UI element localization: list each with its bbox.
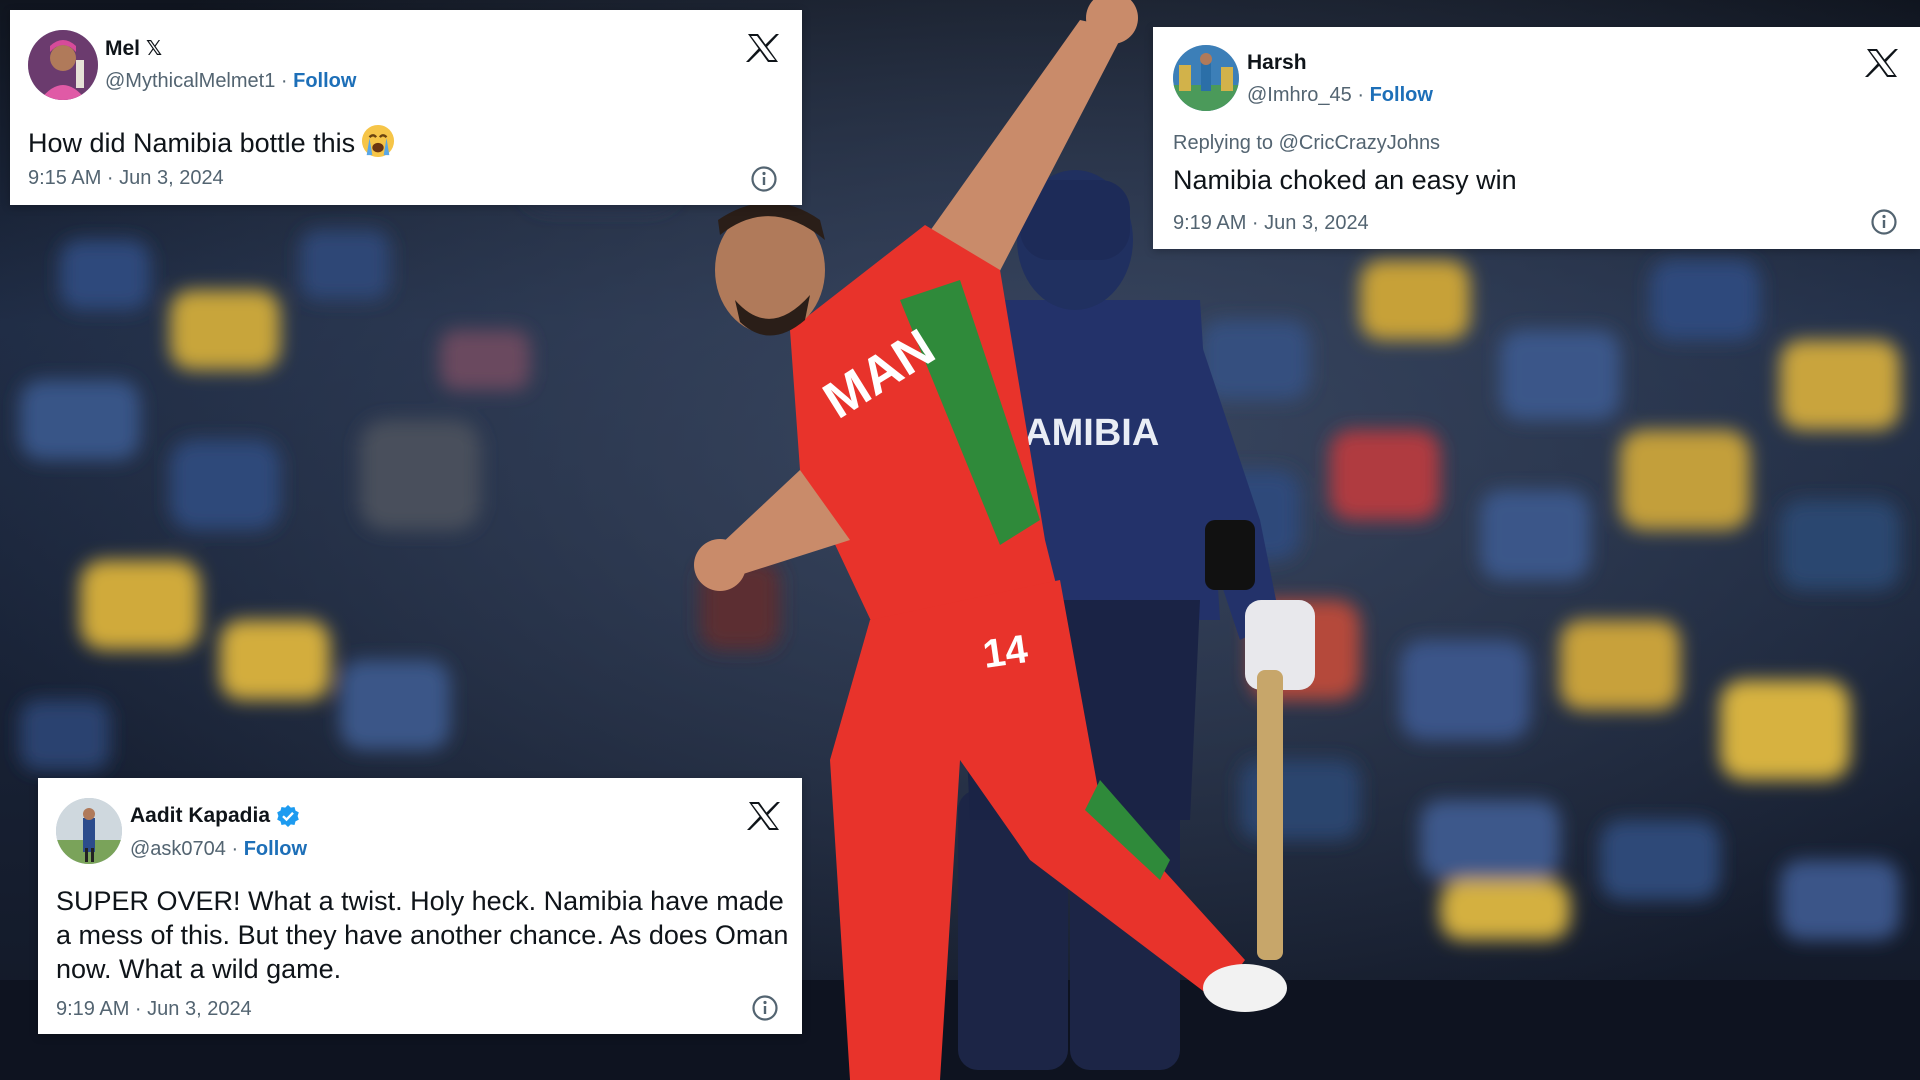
x-logo-icon[interactable]: [747, 800, 781, 832]
display-name[interactable]: Harsh: [1247, 51, 1307, 75]
verified-badge-icon: [277, 805, 299, 827]
avatar[interactable]: [1173, 45, 1239, 111]
replying-to[interactable]: Replying to @CricCrazyJohns: [1173, 132, 1440, 155]
tweet-card-aadit-kapadia[interactable]: Aadit Kapadia @ask0704 · Follow SUPER OV…: [38, 778, 802, 1034]
avatar[interactable]: [28, 30, 98, 100]
follow-button[interactable]: Follow: [244, 838, 307, 860]
tweet-text: SUPER OVER! What a twist. Holy heck. Nam…: [56, 886, 789, 984]
tweet-card-harsh[interactable]: Harsh @Imhro_45 · Follow Replying to @Cr…: [1153, 27, 1920, 249]
handle[interactable]: @Imhro_45: [1247, 84, 1352, 106]
timestamp[interactable]: 9:15 AM · Jun 3, 2024: [28, 167, 224, 190]
handle[interactable]: @ask0704: [130, 838, 226, 860]
display-name[interactable]: Aadit Kapadia: [130, 804, 270, 828]
info-icon[interactable]: [1870, 208, 1898, 236]
separator-dot: ·: [1357, 84, 1370, 106]
avatar[interactable]: [56, 798, 122, 864]
timestamp[interactable]: 9:19 AM · Jun 3, 2024: [1173, 212, 1369, 235]
follow-button[interactable]: Follow: [1370, 84, 1433, 106]
timestamp[interactable]: 9:19 AM · Jun 3, 2024: [56, 998, 252, 1021]
tweet-text-content: How did Namibia bottle this: [28, 128, 356, 158]
x-logo-icon[interactable]: [746, 32, 780, 64]
separator-dot: ·: [231, 838, 244, 860]
x-logo-icon[interactable]: [1865, 47, 1899, 79]
tweet-text: How did Namibia bottle this: [28, 124, 768, 160]
separator-dot: ·: [280, 70, 294, 92]
info-icon[interactable]: [751, 994, 779, 1022]
handle[interactable]: @MythicalMelmet1: [105, 70, 275, 92]
tweet-card-mel[interactable]: Mel 𝕏 @MythicalMelmet1 · Follow How did …: [10, 10, 802, 205]
jersey-number: 14: [980, 627, 1031, 677]
info-icon[interactable]: [750, 165, 778, 193]
x-badge-icon: 𝕏: [146, 38, 163, 60]
display-name[interactable]: Mel: [105, 37, 140, 61]
tweet-text: Namibia choked an easy win: [1173, 165, 1517, 195]
follow-button[interactable]: Follow: [293, 70, 356, 92]
loudly-crying-face-emoji: [362, 124, 395, 158]
